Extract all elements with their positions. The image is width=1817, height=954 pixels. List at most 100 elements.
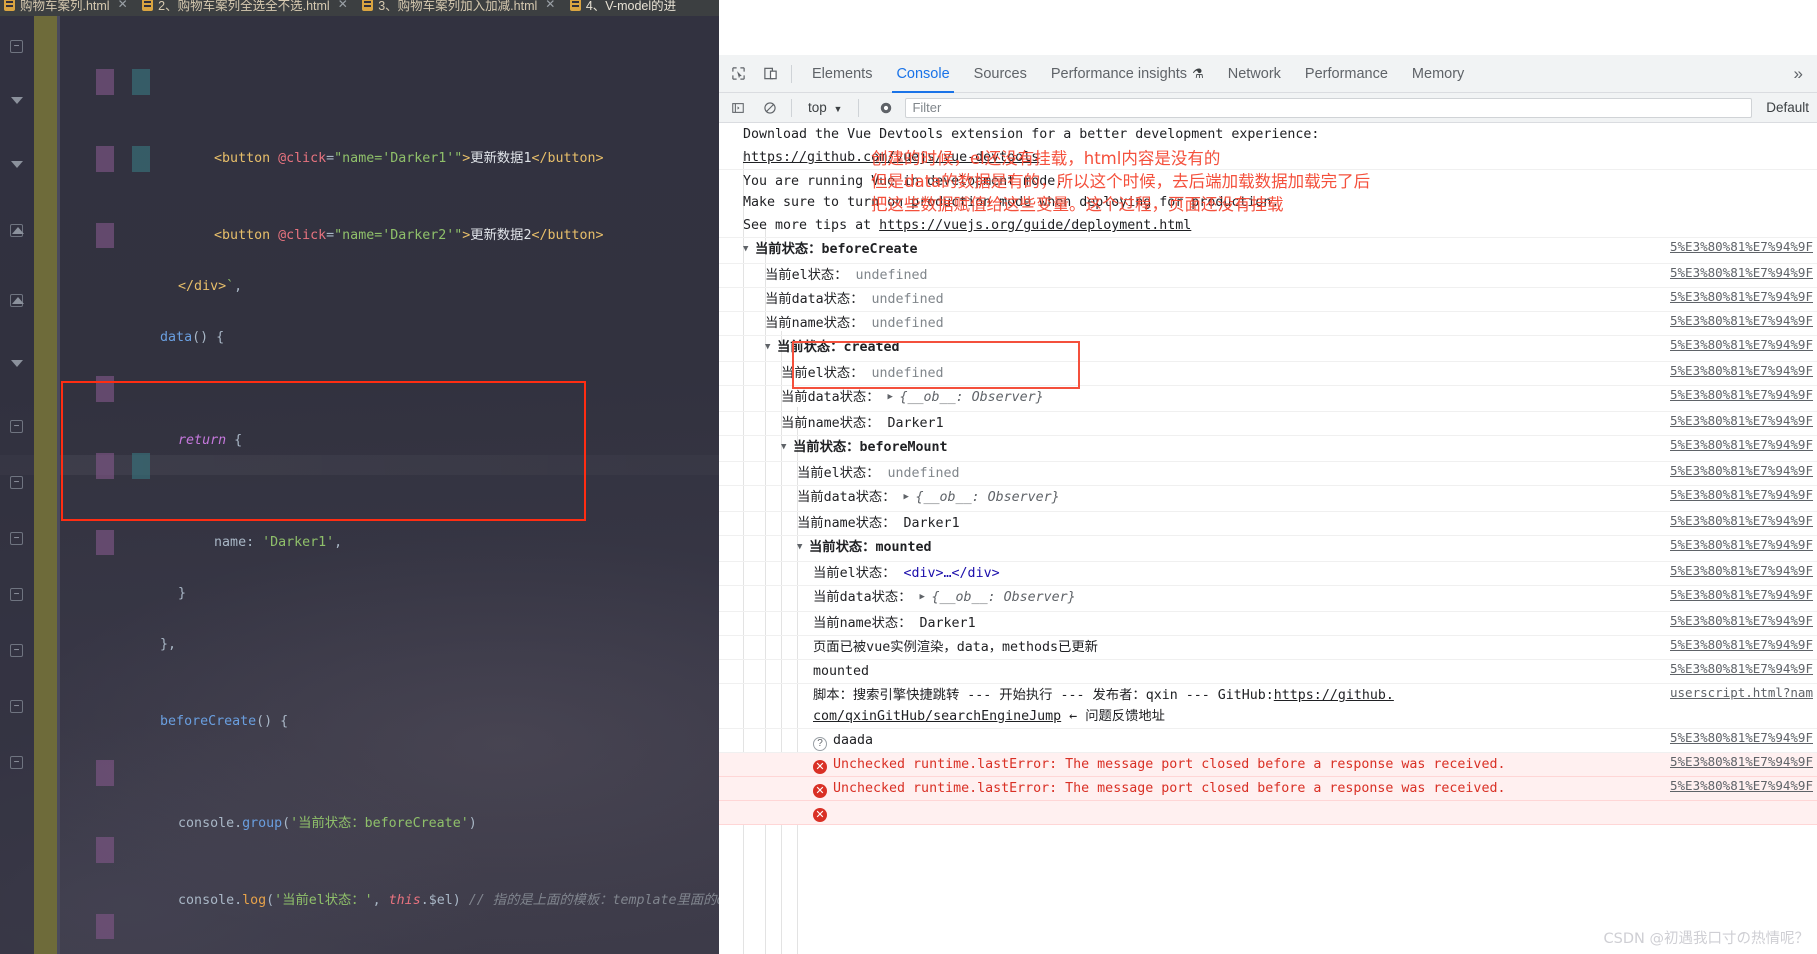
fold-minus-icon[interactable]: − [10,532,23,545]
editor-tab-strip[interactable]: 购物车案列.html ✕ 2、购物车案列全选全不选.html ✕ 3、购物车案列… [0,0,719,16]
console-group-beforecreate[interactable]: ▼ 当前状态：beforeCreate 5%E3%80%81%E7%94%9F [719,238,1817,264]
editor-gutter[interactable]: − − − − − − − − [0,16,57,954]
console-source-link[interactable]: 5%E3%80%81%E7%94%9F [1670,313,1813,328]
console-source-link[interactable]: 5%E3%80%81%E7%94%9F [1670,487,1813,502]
clear-console-icon[interactable] [757,95,783,121]
github-link-part2[interactable]: com/qxinGitHub/searchEngineJump [813,709,1061,724]
console-sidebar-icon[interactable] [725,95,751,121]
editor-code-area[interactable]: <button @click="name='Darker1'">更新数据1</b… [60,18,719,954]
console-row-el-state[interactable]: 当前el状态： undefined 5%E3%80%81%E7%94%9F [719,264,1817,288]
tab-performance[interactable]: Performance [1293,55,1400,93]
console-source-link[interactable]: 5%E3%80%81%E7%94%9F [1670,537,1813,552]
console-source-link[interactable]: 5%E3%80%81%E7%94%9F [1670,363,1813,378]
editor-tab-3[interactable]: 4、V-model的进 [566,0,683,13]
close-icon[interactable]: ✕ [545,0,555,11]
fold-expand-icon[interactable] [10,294,24,307]
console-row-data-state[interactable]: 当前data状态： ▶ {__ob__: Observer} 5%E3%80%81… [719,386,1817,412]
console-group-mounted[interactable]: ▼ 当前状态：mounted 5%E3%80%81%E7%94%9F [719,536,1817,562]
console-row-message[interactable]: 页面已被vue实例渲染，data，methods已更新 5%E3%80%81%E… [719,636,1817,660]
fold-minus-icon[interactable]: − [10,588,23,601]
tab-performance-insights[interactable]: Performance insights ⚗ [1039,55,1216,93]
console-row-error-partial[interactable]: ✕ [719,801,1817,825]
console-source-link[interactable]: 5%E3%80%81%E7%94%9F [1670,778,1813,793]
close-icon[interactable]: ✕ [338,0,348,11]
console-source-link[interactable]: 5%E3%80%81%E7%94%9F [1670,413,1813,428]
editor-fold-column[interactable]: − − − − − − − − [0,16,34,954]
close-icon[interactable]: ✕ [118,0,128,11]
chevron-down-icon[interactable]: ▼ [765,337,777,358]
console-row-message[interactable]: Download the Vue Devtools extension for … [719,123,1817,146]
console-row-data-state[interactable]: 当前data状态： undefined 5%E3%80%81%E7%94%9F [719,288,1817,312]
kv-value[interactable]: {__ob__: Observer} [932,590,1076,605]
console-row-el-state[interactable]: 当前el状态： undefined 5%E3%80%81%E7%94%9F [719,462,1817,486]
fold-minus-icon[interactable]: − [10,756,23,769]
fold-collapse-icon[interactable] [10,96,23,109]
fold-collapse-icon[interactable] [10,160,23,173]
console-row-data-state[interactable]: 当前data状态： ▶ {__ob__: Observer} 5%E3%80%81… [719,486,1817,512]
console-row-el-state[interactable]: 当前el状态： <div>…</div> 5%E3%80%81%E7%94%9F [719,562,1817,586]
editor-tab-2[interactable]: 3、购物车案列加入加减.html ✕ [358,0,562,13]
inspect-element-icon[interactable] [725,61,751,87]
kv-value[interactable]: {__ob__: Observer} [900,390,1044,405]
toggle-device-toolbar-icon[interactable] [757,61,783,87]
devtools-tab-bar[interactable]: Elements Console Sources Performance ins… [719,55,1817,93]
console-source-link[interactable]: 5%E3%80%81%E7%94%9F [1670,337,1813,352]
context-selector[interactable]: top ▼ [800,100,850,115]
console-source-link[interactable]: userscript.html?nam [1670,685,1813,700]
editor-tab-1[interactable]: 2、购物车案列全选全不选.html ✕ [138,0,355,13]
console-source-link[interactable]: 5%E3%80%81%E7%94%9F [1670,587,1813,602]
console-output[interactable]: Download the Vue Devtools extension for … [719,123,1817,954]
chevron-right-icon[interactable]: ▶ [888,387,900,408]
console-row-link[interactable]: See more tips at https://vuejs.org/guide… [719,214,1817,238]
console-row-warning[interactable]: ? daada 5%E3%80%81%E7%94%9F [719,729,1817,753]
console-source-link[interactable]: 5%E3%80%81%E7%94%9F [1670,637,1813,652]
console-row-error[interactable]: ✕ Unchecked runtime.lastError: The messag… [719,777,1817,801]
fold-minus-icon[interactable]: − [10,40,23,53]
console-source-link[interactable]: 5%E3%80%81%E7%94%9F [1670,513,1813,528]
chevron-right-icon[interactable]: ▶ [920,587,932,608]
console-row-name-state[interactable]: 当前name状态： Darker1 5%E3%80%81%E7%94%9F [719,412,1817,436]
console-source-link[interactable]: 5%E3%80%81%E7%94%9F [1670,730,1813,745]
console-source-link[interactable]: 5%E3%80%81%E7%94%9F [1670,239,1813,254]
console-toolbar[interactable]: top ▼ Filter Default [719,93,1817,123]
console-group-created[interactable]: ▼ 当前状态：created 5%E3%80%81%E7%94%9F [719,336,1817,362]
console-source-link[interactable]: 5%E3%80%81%E7%94%9F [1670,387,1813,402]
vue-deployment-link[interactable]: https://vuejs.org/guide/deployment.html [879,218,1191,233]
console-source-link[interactable]: 5%E3%80%81%E7%94%9F [1670,463,1813,478]
tab-elements[interactable]: Elements [800,55,884,93]
chevron-down-icon[interactable]: ▼ [743,239,755,260]
editor-tab-0[interactable]: 购物车案列.html ✕ [0,0,135,13]
chevron-right-icon[interactable]: ▶ [904,487,916,508]
tab-sources[interactable]: Sources [962,55,1039,93]
fold-collapse-icon[interactable] [10,359,23,372]
console-group-beforemount[interactable]: ▼ 当前状态：beforeMount 5%E3%80%81%E7%94%9F [719,436,1817,462]
fold-minus-icon[interactable]: − [10,644,23,657]
fold-minus-icon[interactable]: − [10,700,23,713]
console-row-data-state[interactable]: 当前data状态： ▶ {__ob__: Observer} 5%E3%80%81… [719,586,1817,612]
chevron-down-icon[interactable]: ▼ [797,537,809,558]
tab-console[interactable]: Console [884,55,961,93]
console-row-name-state[interactable]: 当前name状态： undefined 5%E3%80%81%E7%94%9F [719,312,1817,336]
console-row-error[interactable]: ✕ Unchecked runtime.lastError: The messag… [719,753,1817,777]
console-row-userscript[interactable]: 脚本：搜索引擎快捷跳转 --- 开始执行 --- 发布者：qxin --- Gi… [719,684,1817,729]
console-row-name-state[interactable]: 当前name状态： Darker1 5%E3%80%81%E7%94%9F [719,612,1817,636]
console-source-link[interactable]: 5%E3%80%81%E7%94%9F [1670,289,1813,304]
console-source-link[interactable]: 5%E3%80%81%E7%94%9F [1670,265,1813,280]
console-row-name-state[interactable]: 当前name状态： Darker1 5%E3%80%81%E7%94%9F [719,512,1817,536]
fold-minus-icon[interactable]: − [10,420,23,433]
console-source-link[interactable]: 5%E3%80%81%E7%94%9F [1670,661,1813,676]
console-filter-input[interactable]: Filter [905,97,1753,118]
fold-minus-icon[interactable]: − [10,476,23,489]
console-source-link[interactable]: 5%E3%80%81%E7%94%9F [1670,437,1813,452]
more-tabs-chevron-icon[interactable]: » [1780,64,1817,84]
log-level-selector[interactable]: Default [1758,100,1817,115]
github-link-part1[interactable]: https://github. [1274,688,1394,703]
kv-value[interactable]: {__ob__: Observer} [916,490,1060,505]
console-source-link[interactable]: 5%E3%80%81%E7%94%9F [1670,613,1813,628]
console-source-link[interactable]: 5%E3%80%81%E7%94%9F [1670,754,1813,769]
console-row-el-state[interactable]: 当前el状态： undefined 5%E3%80%81%E7%94%9F [719,362,1817,386]
console-source-link[interactable]: 5%E3%80%81%E7%94%9F [1670,563,1813,578]
tab-memory[interactable]: Memory [1400,55,1476,93]
tab-network[interactable]: Network [1216,55,1293,93]
console-settings-eye-icon[interactable] [873,95,899,121]
